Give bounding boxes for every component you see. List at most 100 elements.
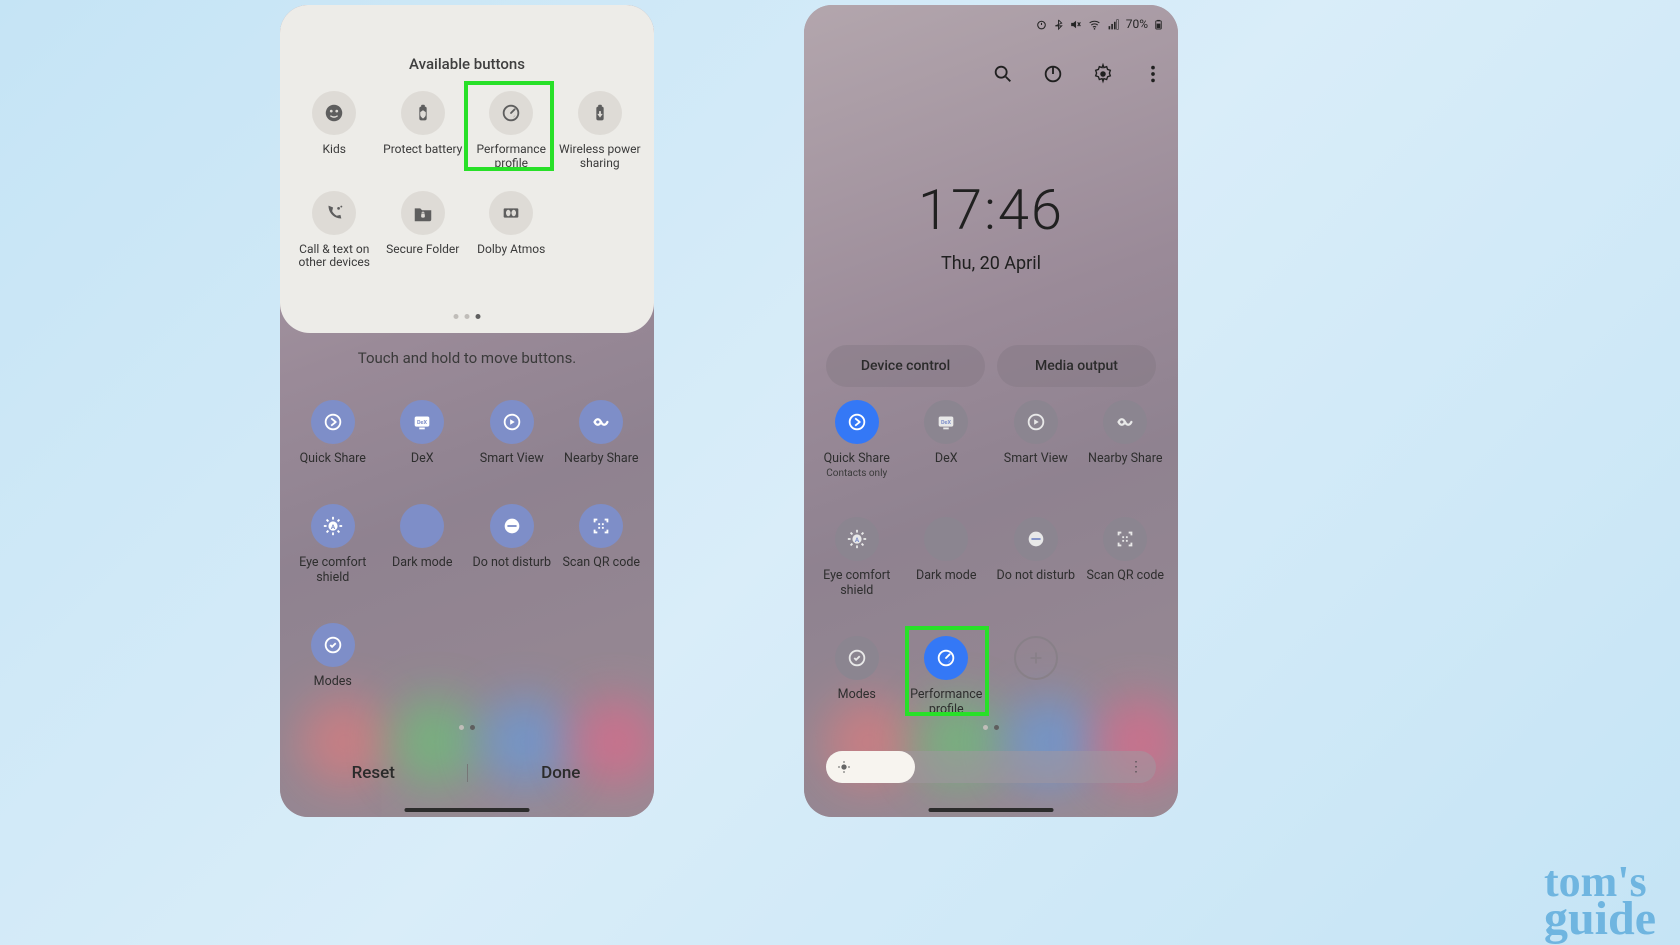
dex-icon xyxy=(400,400,444,444)
tile-label: Quick Share xyxy=(300,452,366,466)
dnd-icon xyxy=(490,504,534,548)
moon-icon xyxy=(400,504,444,548)
phone-left-edit-panel: Available buttons Kids Protect battery Per… xyxy=(280,5,654,817)
tile-label: Call & text on other devices xyxy=(291,243,377,271)
qs-dark-mode[interactable]: Dark mode xyxy=(902,517,992,598)
qs-dex[interactable]: DeX xyxy=(378,400,468,466)
smart-view-icon xyxy=(490,400,534,444)
tile-label: Nearby Share xyxy=(1088,452,1162,466)
tile-label: Modes xyxy=(838,688,876,702)
highlight-box xyxy=(464,81,554,171)
bottom-action-bar: Reset Done xyxy=(280,749,654,797)
tile-label: Scan QR code xyxy=(562,556,640,570)
secure-folder-icon xyxy=(401,191,445,235)
phone-right-quick-panel: 70% 17:46 Thu, 20 April Device control M… xyxy=(804,5,1178,817)
panel-page-dots[interactable] xyxy=(459,725,475,730)
watermark: tom's guide xyxy=(1544,865,1656,937)
tile-label: Eye comfort shield xyxy=(814,569,900,598)
more-icon[interactable] xyxy=(1142,63,1164,85)
tile-label: Dark mode xyxy=(392,556,452,570)
qs-nearby-share[interactable]: Nearby Share xyxy=(557,400,647,466)
dolby-icon xyxy=(489,191,533,235)
qs-do-not-disturb[interactable]: Do not disturb xyxy=(467,504,557,585)
tile-label: DeX xyxy=(411,452,434,466)
search-icon[interactable] xyxy=(992,63,1014,85)
qs-do-not-disturb[interactable]: Do not disturb xyxy=(991,517,1081,598)
qs-smart-view[interactable]: Smart View xyxy=(467,400,557,466)
brightness-slider[interactable]: ⋮ xyxy=(826,751,1156,783)
control-pills: Device control Media output xyxy=(826,345,1156,387)
highlight-box xyxy=(905,626,989,716)
power-icon[interactable] xyxy=(1042,63,1064,85)
status-bar: 70% xyxy=(1035,17,1164,31)
modes-icon xyxy=(311,623,355,667)
tile-label: Modes xyxy=(314,675,352,689)
battery-shield-icon xyxy=(401,91,445,135)
brightness-more-icon[interactable]: ⋮ xyxy=(1129,759,1144,775)
smart-view-icon xyxy=(1014,400,1058,444)
tile-label: Dolby Atmos xyxy=(477,243,545,257)
qs-eye-comfort-shield[interactable]: Eye comfort shield xyxy=(812,517,902,598)
tile-label: Protect battery xyxy=(383,143,462,157)
qr-icon xyxy=(579,504,623,548)
qs-quick-share[interactable]: Quick ShareContacts only xyxy=(812,400,902,479)
battery-percent: 70% xyxy=(1126,17,1148,31)
tile-label: Do not disturb xyxy=(997,569,1075,583)
tile-label: Kids xyxy=(323,143,346,157)
qs-scan-qr-code[interactable]: Scan QR code xyxy=(557,504,647,585)
clock-date: Thu, 20 April xyxy=(804,253,1178,274)
available-kids[interactable]: Kids xyxy=(290,91,379,171)
qs-modes[interactable]: Modes xyxy=(288,623,378,689)
wifi-icon xyxy=(1087,18,1102,31)
qs-dex[interactable]: DeX xyxy=(902,400,992,479)
bluetooth-icon xyxy=(1053,18,1064,31)
done-button[interactable]: Done xyxy=(468,763,655,783)
available-wireless-power-sharing[interactable]: Wireless power sharing xyxy=(556,91,645,171)
tile-label: Do not disturb xyxy=(473,556,551,570)
available-protect-battery[interactable]: Protect battery xyxy=(379,91,468,171)
quick-share-icon xyxy=(311,400,355,444)
available-dolby-atmos[interactable]: Dolby Atmos xyxy=(467,191,556,271)
qs-dark-mode[interactable]: Dark mode xyxy=(378,504,468,585)
home-indicator[interactable] xyxy=(929,808,1054,812)
hint-text: Touch and hold to move buttons. xyxy=(280,349,654,367)
device-control-pill[interactable]: Device control xyxy=(826,345,985,387)
qr-icon xyxy=(1103,517,1147,561)
signal-icon xyxy=(1107,18,1121,31)
tile-label: Eye comfort shield xyxy=(290,556,376,585)
media-output-pill[interactable]: Media output xyxy=(997,345,1156,387)
dnd-icon xyxy=(1014,517,1058,561)
quick-share-icon xyxy=(835,400,879,444)
available-secure-folder[interactable]: Secure Folder xyxy=(379,191,468,271)
battery-share-icon xyxy=(578,91,622,135)
tile-label: Nearby Share xyxy=(564,452,638,466)
tile-label: Dark mode xyxy=(916,569,976,583)
available-title: Available buttons xyxy=(280,5,654,73)
qs-scan-qr-code[interactable]: Scan QR code xyxy=(1081,517,1171,598)
nearby-icon xyxy=(579,400,623,444)
tile-label: Secure Folder xyxy=(386,243,459,257)
gear-icon[interactable] xyxy=(1092,63,1114,85)
qs-quick-share[interactable]: Quick Share xyxy=(288,400,378,466)
qs-smart-view[interactable]: Smart View xyxy=(991,400,1081,479)
qs-add[interactable] xyxy=(991,636,1081,717)
available-performance-profile[interactable]: Performance profile xyxy=(467,91,556,171)
dex-icon xyxy=(924,400,968,444)
available-call-text-on-other-devices[interactable]: Call & text on other devices xyxy=(290,191,379,271)
qs-nearby-share[interactable]: Nearby Share xyxy=(1081,400,1171,479)
moon-icon xyxy=(924,517,968,561)
qs-eye-comfort-shield[interactable]: Eye comfort shield xyxy=(288,504,378,585)
eye-comfort-icon xyxy=(835,517,879,561)
qs-modes[interactable]: Modes xyxy=(812,636,902,717)
alarm-icon xyxy=(1035,18,1048,31)
available-page-dots[interactable] xyxy=(454,314,481,319)
home-indicator[interactable] xyxy=(405,808,530,812)
tile-label: Smart View xyxy=(480,452,544,466)
tile-label: Wireless power sharing xyxy=(557,143,643,171)
panel-page-dots[interactable] xyxy=(983,725,999,730)
qs-performance-profile[interactable]: Performance profile xyxy=(902,636,992,717)
kids-icon xyxy=(312,91,356,135)
clock-time: 17:46 xyxy=(804,177,1178,243)
reset-button[interactable]: Reset xyxy=(280,763,467,783)
modes-icon xyxy=(835,636,879,680)
